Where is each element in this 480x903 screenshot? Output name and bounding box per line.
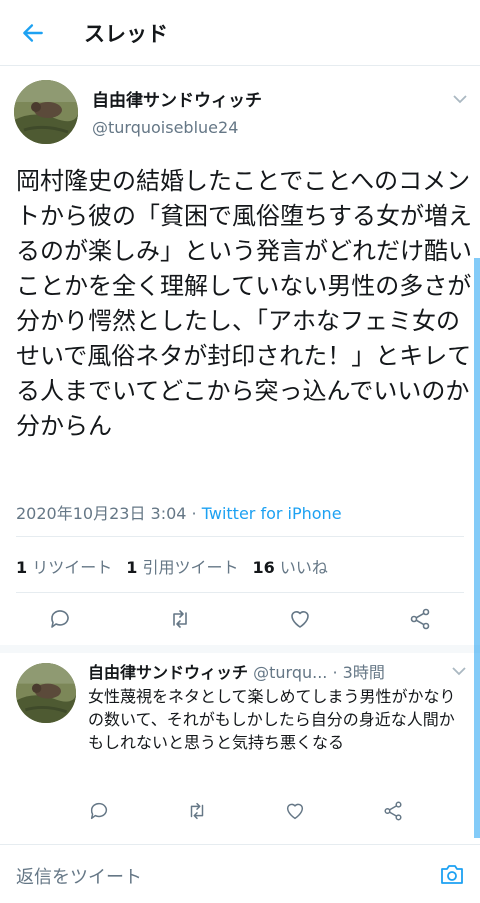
chevron-down-icon[interactable]	[453, 94, 467, 104]
quotes-label: 引用ツイート	[142, 558, 239, 577]
retweet-icon[interactable]	[186, 800, 208, 822]
tweet-source-link[interactable]: Twitter for iPhone	[202, 504, 342, 523]
compose-bar: 返信をツイート	[0, 844, 480, 903]
reply-icon[interactable]	[88, 800, 110, 822]
reply-separator: ·	[327, 663, 343, 682]
top-bar: スレッド	[0, 0, 480, 66]
avatar[interactable]	[14, 80, 78, 144]
reply-tweet[interactable]: 自由律サンドウィッチ @turqu... · 3時間 女性蔑視をネタとして楽しめ…	[0, 645, 480, 838]
likes-count: 16	[252, 558, 275, 577]
retweets-count: 1	[16, 558, 28, 577]
quotes-stat[interactable]: 1 引用ツイート	[126, 558, 238, 577]
likes-label: いいね	[279, 558, 328, 577]
reply-header: 自由律サンドウィッチ @turqu... · 3時間	[88, 659, 385, 683]
scrollbar[interactable]	[474, 258, 480, 838]
share-icon[interactable]	[408, 607, 432, 631]
quotes-count: 1	[126, 558, 138, 577]
retweet-icon[interactable]	[168, 607, 192, 631]
avatar[interactable]	[16, 663, 76, 723]
back-arrow-icon[interactable]	[20, 20, 46, 46]
tweet-meta: 2020年10月23日 3:04 · Twitter for iPhone	[16, 500, 342, 524]
divider	[16, 536, 464, 537]
retweets-label: リツイート	[32, 558, 113, 577]
reply-text: 女性蔑視をネタとして楽しめてしまう男性がかなりの数いて、それがもしかしたら自分の…	[88, 687, 456, 752]
share-icon[interactable]	[382, 800, 404, 822]
tweet-text: 岡村隆史の結婚したことでことへのコメントから彼の「貧困で風俗堕ちする女が増えるの…	[16, 167, 472, 440]
page-title: スレッド	[84, 22, 168, 46]
reply-icon[interactable]	[48, 607, 72, 631]
reply-input[interactable]: 返信をツイート	[16, 863, 142, 889]
tweet-timestamp[interactable]: 2020年10月23日 3:04	[16, 504, 186, 523]
author-handle[interactable]: @turquoiseblue24	[92, 118, 238, 137]
divider	[16, 592, 464, 593]
chevron-down-icon[interactable]	[452, 666, 466, 676]
author-name[interactable]: 自由律サンドウィッチ	[92, 86, 262, 111]
reply-author-name[interactable]: 自由律サンドウィッチ	[88, 663, 248, 682]
reply-time[interactable]: 3時間	[343, 663, 385, 682]
reply-author-handle[interactable]: @turqu...	[253, 663, 327, 682]
like-icon[interactable]	[288, 607, 312, 631]
retweets-stat[interactable]: 1 リツイート	[16, 558, 112, 577]
camera-icon[interactable]	[439, 862, 465, 886]
meta-separator: ·	[186, 504, 202, 523]
like-icon[interactable]	[284, 800, 306, 822]
tweet-stats: 1 リツイート 1 引用ツイート 16 いいね	[16, 554, 328, 578]
likes-stat[interactable]: 16 いいね	[253, 558, 328, 577]
